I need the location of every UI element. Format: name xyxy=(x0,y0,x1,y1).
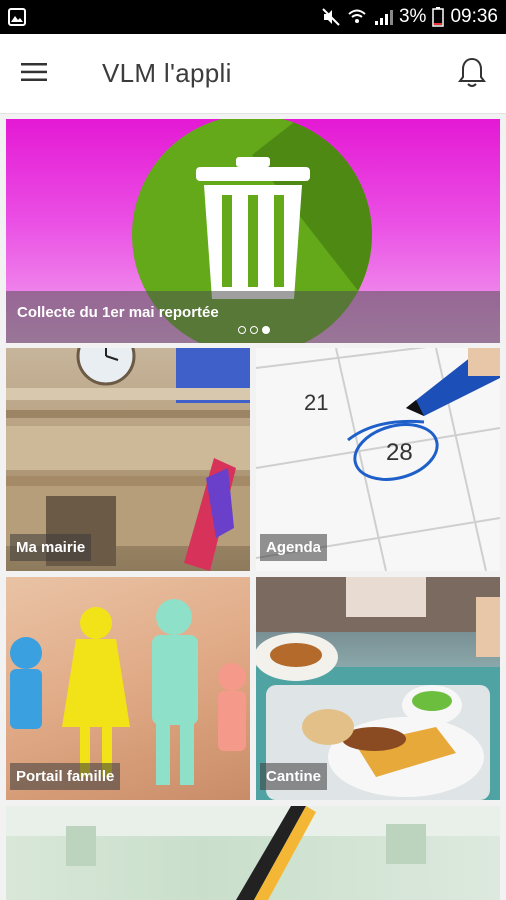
tile-cantine[interactable]: Cantine xyxy=(256,577,500,800)
battery-icon xyxy=(432,7,445,27)
tile-label: Portail famille xyxy=(10,763,121,790)
gallery-icon xyxy=(8,8,26,26)
wifi-icon xyxy=(347,8,367,26)
tile-label: Ma mairie xyxy=(10,534,92,561)
clock-time: 09:36 xyxy=(450,6,498,27)
svg-text:28: 28 xyxy=(386,439,413,466)
bell-icon xyxy=(457,56,487,93)
tile-ma-mairie[interactable]: Ma mairie xyxy=(6,348,250,571)
tile-label: Cantine xyxy=(260,763,328,790)
carousel-dot[interactable] xyxy=(238,326,246,334)
hamburger-menu-icon xyxy=(21,62,47,87)
tile-partial[interactable] xyxy=(6,806,500,900)
carousel-dot[interactable] xyxy=(250,326,258,334)
tile-portail-famille[interactable]: Portail famille xyxy=(6,577,250,800)
mute-icon xyxy=(321,7,341,27)
app-title: VLM l'appli xyxy=(102,58,232,88)
tile-label: Agenda xyxy=(260,534,328,561)
news-carousel[interactable]: Collecte du 1er mai reportée xyxy=(6,119,500,343)
carousel-dot-active[interactable] xyxy=(262,326,270,334)
carousel-indicator xyxy=(238,326,270,334)
app-bar: VLM l'appli xyxy=(0,34,506,114)
status-bar: 3% 09:36 xyxy=(0,0,506,34)
home-content: Collecte du 1er mai reportée Ma mairie 2… xyxy=(0,114,506,900)
banner-caption: Collecte du 1er mai reportée xyxy=(17,304,219,321)
smartphone-image xyxy=(6,806,500,900)
signal-icon xyxy=(373,8,393,26)
menu-button[interactable] xyxy=(14,54,54,94)
svg-text:21: 21 xyxy=(304,390,328,415)
trash-can-icon xyxy=(196,157,310,299)
tile-agenda[interactable]: 21 28 Agenda xyxy=(256,348,500,571)
notifications-button[interactable] xyxy=(452,54,492,94)
battery-percent: 3% xyxy=(398,6,427,27)
